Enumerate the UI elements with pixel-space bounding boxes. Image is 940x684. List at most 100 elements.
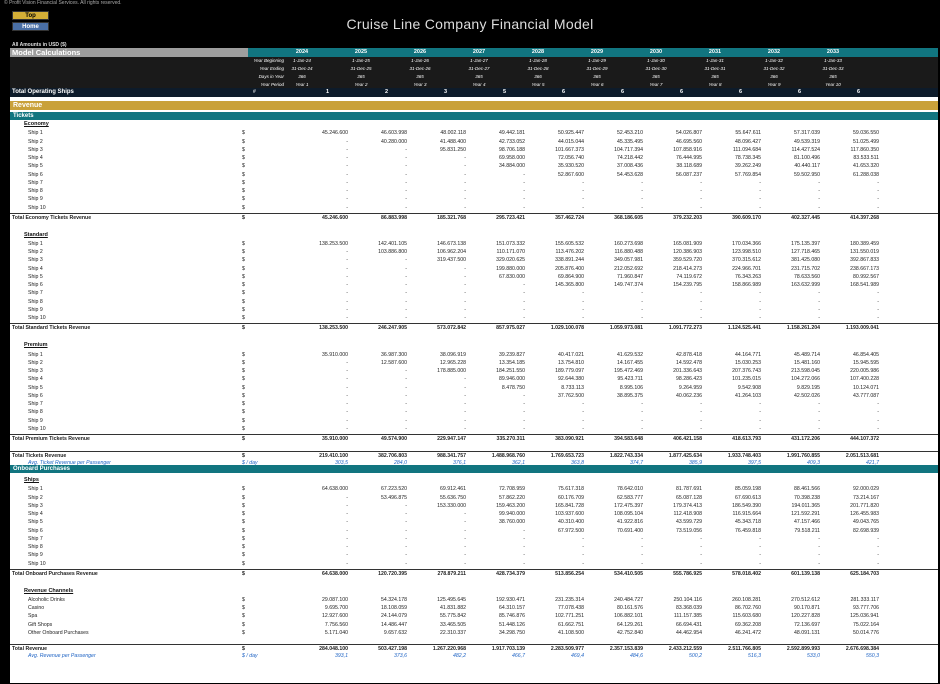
row-value: 69.958.000 — [499, 155, 525, 161]
timeline-value: 365 — [829, 74, 837, 79]
row-value: - — [582, 409, 584, 416]
operating-ships-value: 1 — [326, 89, 330, 95]
row-value: 66.694.431 — [676, 621, 702, 628]
row-value: 56.087.237 — [676, 171, 702, 178]
row-value: 74.218.442 — [617, 155, 643, 161]
operating-ships-value: 6 — [562, 89, 566, 95]
timeline-value: 1-Jan-28 — [529, 58, 547, 63]
row-unit: $ / day — [242, 459, 258, 466]
year-header: 2028 — [531, 49, 545, 55]
row-value: - — [700, 417, 702, 424]
row-value: 37.008.436 — [617, 163, 643, 170]
row-value: - — [464, 196, 466, 203]
row-value: - — [523, 527, 525, 534]
row-value: 107.858.916 — [673, 146, 702, 153]
row-value: - — [346, 179, 348, 186]
row-value: - — [346, 298, 348, 305]
row-value: - — [405, 188, 407, 194]
row-value: - — [464, 392, 466, 399]
row-value: 9.264.959 — [678, 384, 702, 391]
table-row: Ship 5 $ - - - 38.760.000 40.310.400 41.922.816… — [10, 518, 938, 526]
row-value: 120.386.903 — [673, 249, 702, 256]
year-header: 2031 — [708, 49, 722, 55]
row-value: 44.015.044 — [558, 138, 584, 145]
row-value: 41.488.400 — [440, 138, 466, 145]
row-value: - — [464, 401, 466, 408]
row-unit: $ — [242, 179, 245, 186]
row-value: - — [346, 560, 348, 567]
row-value: 393,1 — [335, 653, 348, 660]
row-value: 383.090.921 — [555, 436, 584, 443]
row-value: 103.886.800 — [378, 249, 407, 256]
row-label: Ship 4 — [28, 511, 43, 517]
row-value: 625.184.703 — [850, 570, 879, 577]
row-value: - — [700, 535, 702, 542]
row-value: - — [582, 306, 584, 313]
row-unit: $ — [242, 163, 245, 170]
row-label: Ship 4 — [28, 155, 43, 161]
row-value: 9.657.632 — [383, 629, 407, 636]
row-value: 73.519.056 — [676, 527, 702, 534]
row-value: - — [877, 544, 879, 550]
row-value: - — [877, 417, 879, 424]
row-label: Avg. Ticket Revenue per Passenger — [28, 459, 111, 466]
row-value: - — [877, 290, 879, 297]
row-value: 180.389.459 — [850, 240, 879, 247]
row-value: 205.876.400 — [555, 265, 584, 272]
row-value: - — [346, 544, 348, 550]
row-value: 75.617.318 — [558, 486, 584, 493]
row-value: 573.072.842 — [437, 325, 466, 332]
row-value: 270.512.612 — [791, 596, 820, 603]
row-value: 218.414.273 — [673, 265, 702, 272]
row-value: 9.542.908 — [737, 384, 761, 391]
row-value: 36.987.300 — [381, 351, 407, 358]
row-value: 5.171.040 — [324, 629, 348, 636]
row-value: - — [405, 519, 407, 526]
row-value: - — [877, 188, 879, 194]
row-value: 42.752.840 — [617, 629, 643, 636]
row-value: 106.882.101 — [614, 613, 643, 620]
row-value: 101.667.373 — [555, 146, 584, 153]
row-value: 106.962.204 — [437, 249, 466, 256]
row-value: 250.104.116 — [673, 596, 702, 603]
row-value: - — [405, 155, 407, 161]
row-value: - — [346, 188, 348, 194]
row-value: 48.091.131 — [794, 629, 820, 636]
row-value: - — [405, 306, 407, 313]
subsection-header: Standard — [24, 231, 48, 238]
row-value: 418.613.793 — [732, 436, 761, 443]
row-value: - — [759, 306, 761, 313]
table-row: Ship 1 $45.246.600 46.603.998 48.002.118 49.… — [10, 129, 938, 137]
row-value: 121.592.291 — [791, 511, 820, 517]
row-unit: $ — [242, 392, 245, 399]
row-value: 18.108.059 — [381, 605, 407, 612]
row-value: - — [346, 282, 348, 289]
table-row: Gift Shops $7.756.560 14.486.447 33.465.505… — [10, 621, 938, 629]
row-value: - — [405, 535, 407, 542]
row-value: 90.170.871 — [794, 605, 820, 612]
row-value: 184.251.550 — [496, 368, 525, 375]
row-value: - — [877, 315, 879, 322]
row-value: 120.227.828 — [791, 613, 820, 620]
row-value: - — [405, 290, 407, 297]
row-label: Ship 2 — [28, 249, 43, 256]
table-row: Ship 9 $ - - - - - - - - - - — [10, 306, 938, 314]
year-header: 2030 — [649, 49, 663, 55]
table-row: Ship 10 $ - - - - - - - - - - — [10, 314, 938, 322]
table-row: Ship 7 $ - - - - - - - - - - — [10, 535, 938, 543]
row-value: 392.867.833 — [850, 257, 879, 264]
row-value: 41.831.882 — [440, 605, 466, 612]
row-value: 229.947.147 — [437, 436, 466, 443]
row-value: 85.059.198 — [735, 486, 761, 493]
operating-ships-value: 2 — [385, 89, 389, 95]
row-value: 79.518.211 — [794, 527, 820, 534]
row-value: 201.771.820 — [850, 502, 879, 509]
row-value: 98.706.188 — [499, 146, 525, 153]
row-label: Ship 5 — [28, 163, 43, 170]
row-value: - — [346, 425, 348, 432]
row-unit: $ — [242, 605, 245, 612]
row-value: 108.095.104 — [614, 511, 643, 517]
row-value: 370.315.612 — [732, 257, 761, 264]
row-value: 153.330.000 — [437, 502, 466, 509]
row-value: - — [877, 204, 879, 211]
